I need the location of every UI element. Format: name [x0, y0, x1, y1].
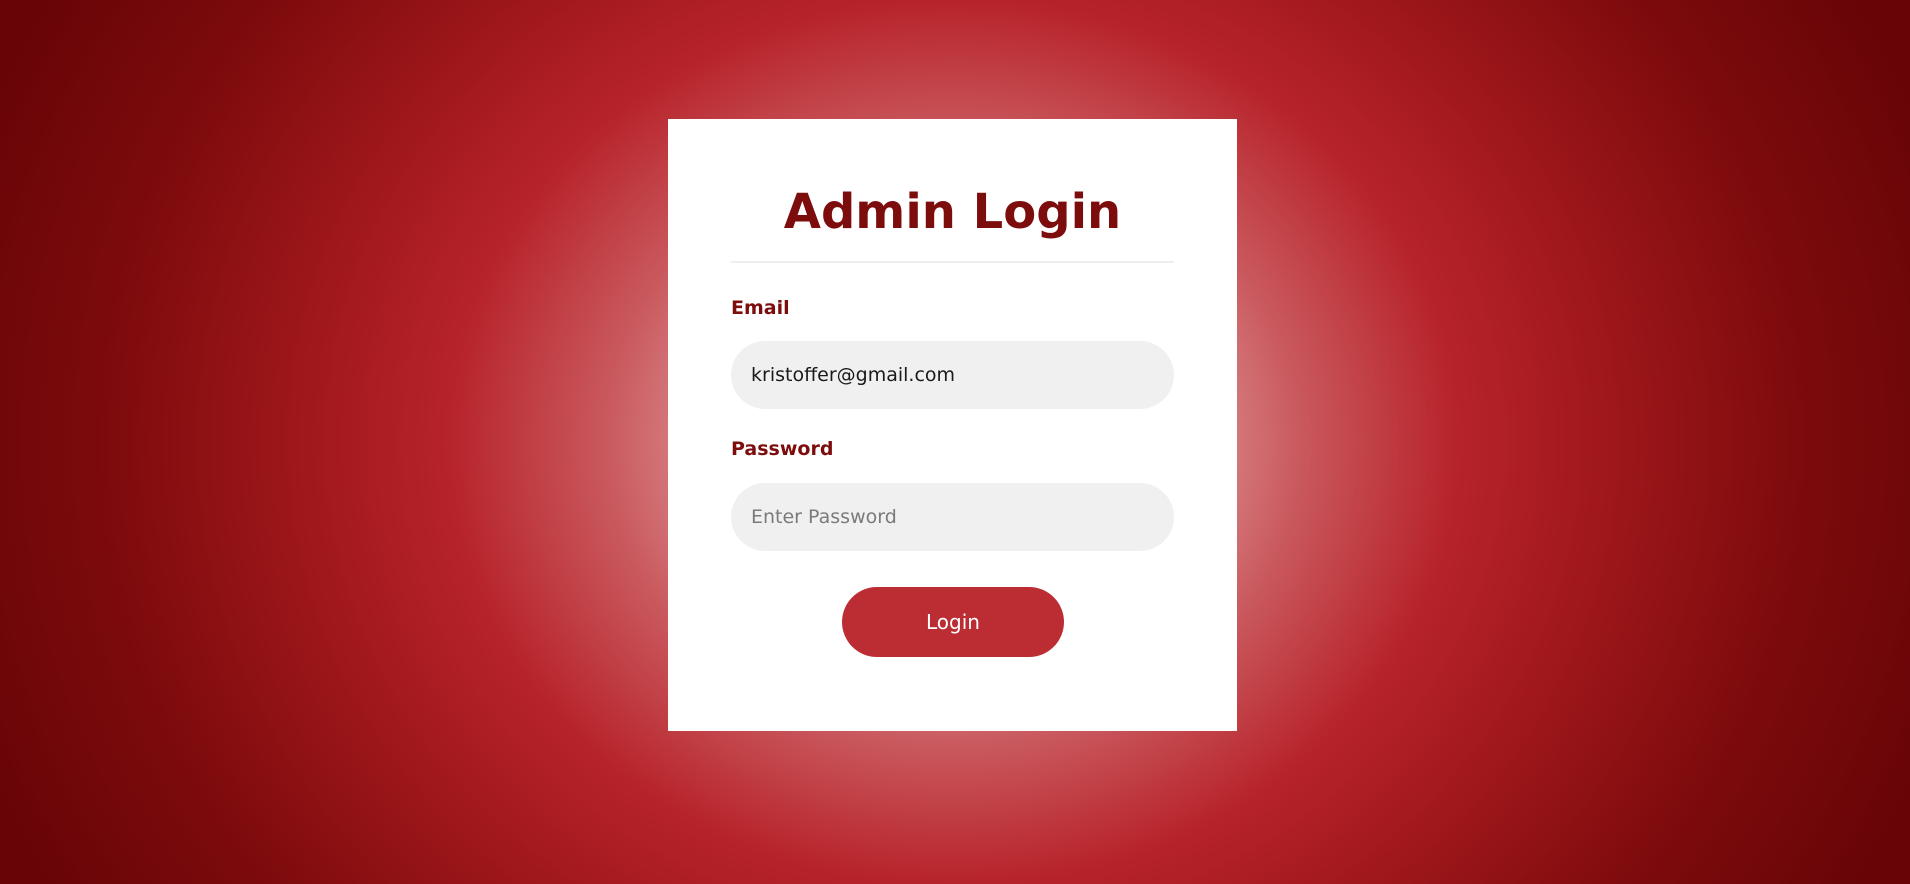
login-card: Admin Login Email Password Login — [668, 119, 1237, 731]
title-divider — [731, 261, 1174, 263]
password-label: Password — [731, 438, 834, 460]
email-label: Email — [731, 297, 790, 319]
password-field[interactable] — [731, 483, 1174, 551]
email-field[interactable] — [731, 341, 1174, 409]
page-title: Admin Login — [783, 184, 1122, 240]
login-button[interactable]: Login — [842, 587, 1064, 657]
